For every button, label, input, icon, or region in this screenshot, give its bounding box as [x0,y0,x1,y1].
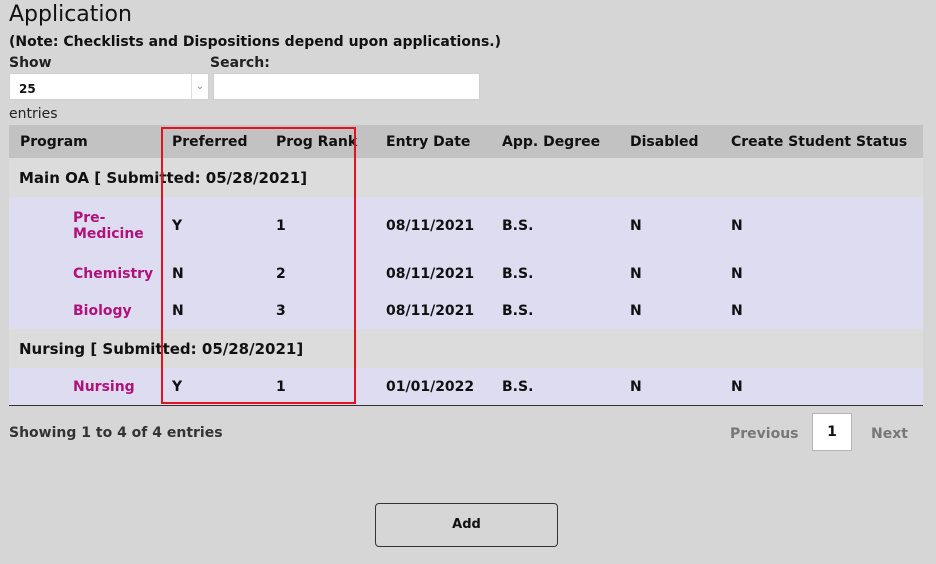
group-label: Nursing [ Submitted: 05/28/2021] [9,329,923,368]
preferred-cell: N [172,292,276,329]
degree-cell: B.S. [502,255,630,292]
applications-table: Program Preferred Prog Rank Entry Date A… [9,125,923,406]
status-cell: N [731,292,923,329]
header-create-student-status[interactable]: Create Student Status [731,125,923,158]
rank-cell: 3 [276,292,386,329]
program-link[interactable]: Pre- Medicine [9,197,172,255]
degree-cell: B.S. [502,292,630,329]
chevron-down-icon[interactable]: ⌄ [191,74,208,99]
program-link[interactable]: Nursing [9,368,172,406]
table-header-row: Program Preferred Prog Rank Entry Date A… [9,125,923,158]
entry-date-cell: 08/11/2021 [386,197,502,255]
status-cell: N [731,255,923,292]
table-row: Biology N 3 08/11/2021 B.S. N N [9,292,923,329]
preferred-cell: Y [172,197,276,255]
table-info: Showing 1 to 4 of 4 entries [9,425,223,441]
entry-date-cell: 01/01/2022 [386,368,502,406]
rank-cell: 1 [276,368,386,406]
disabled-cell: N [630,368,731,406]
header-app-degree[interactable]: App. Degree [502,125,630,158]
header-program[interactable]: Program [9,125,172,158]
table-row: Pre- Medicine Y 1 08/11/2021 B.S. N N [9,197,923,255]
previous-page-button[interactable]: Previous [730,426,799,442]
entries-per-page-select[interactable]: 25 ⌄ [9,73,209,100]
group-label: Main OA [ Submitted: 05/28/2021] [9,158,923,197]
header-preferred[interactable]: Preferred [172,125,276,158]
next-page-button[interactable]: Next [871,426,908,442]
page-1-button[interactable]: 1 [812,413,852,451]
program-link[interactable]: Chemistry [9,255,172,292]
show-label: Show [9,55,52,71]
status-cell: N [731,368,923,406]
disabled-cell: N [630,255,731,292]
group-row: Nursing [ Submitted: 05/28/2021] [9,329,923,368]
entry-date-cell: 08/11/2021 [386,255,502,292]
rank-cell: 1 [276,197,386,255]
preferred-cell: N [172,255,276,292]
page-title: Application [9,2,132,27]
entries-label: entries [9,106,58,122]
table-row: Chemistry N 2 08/11/2021 B.S. N N [9,255,923,292]
degree-cell: B.S. [502,368,630,406]
search-label: Search: [210,55,270,71]
disabled-cell: N [630,197,731,255]
header-entry-date[interactable]: Entry Date [386,125,502,158]
search-input[interactable] [213,73,480,100]
entries-per-page-value: 25 [19,82,36,96]
header-prog-rank[interactable]: Prog Rank [276,125,386,158]
add-button[interactable]: Add [375,503,558,547]
preferred-cell: Y [172,368,276,406]
program-link[interactable]: Biology [9,292,172,329]
group-row: Main OA [ Submitted: 05/28/2021] [9,158,923,197]
entry-date-cell: 08/11/2021 [386,292,502,329]
header-disabled[interactable]: Disabled [630,125,731,158]
table-row: Nursing Y 1 01/01/2022 B.S. N N [9,368,923,406]
status-cell: N [731,197,923,255]
disabled-cell: N [630,292,731,329]
page-note: (Note: Checklists and Dispositions depen… [9,34,501,50]
rank-cell: 2 [276,255,386,292]
degree-cell: B.S. [502,197,630,255]
